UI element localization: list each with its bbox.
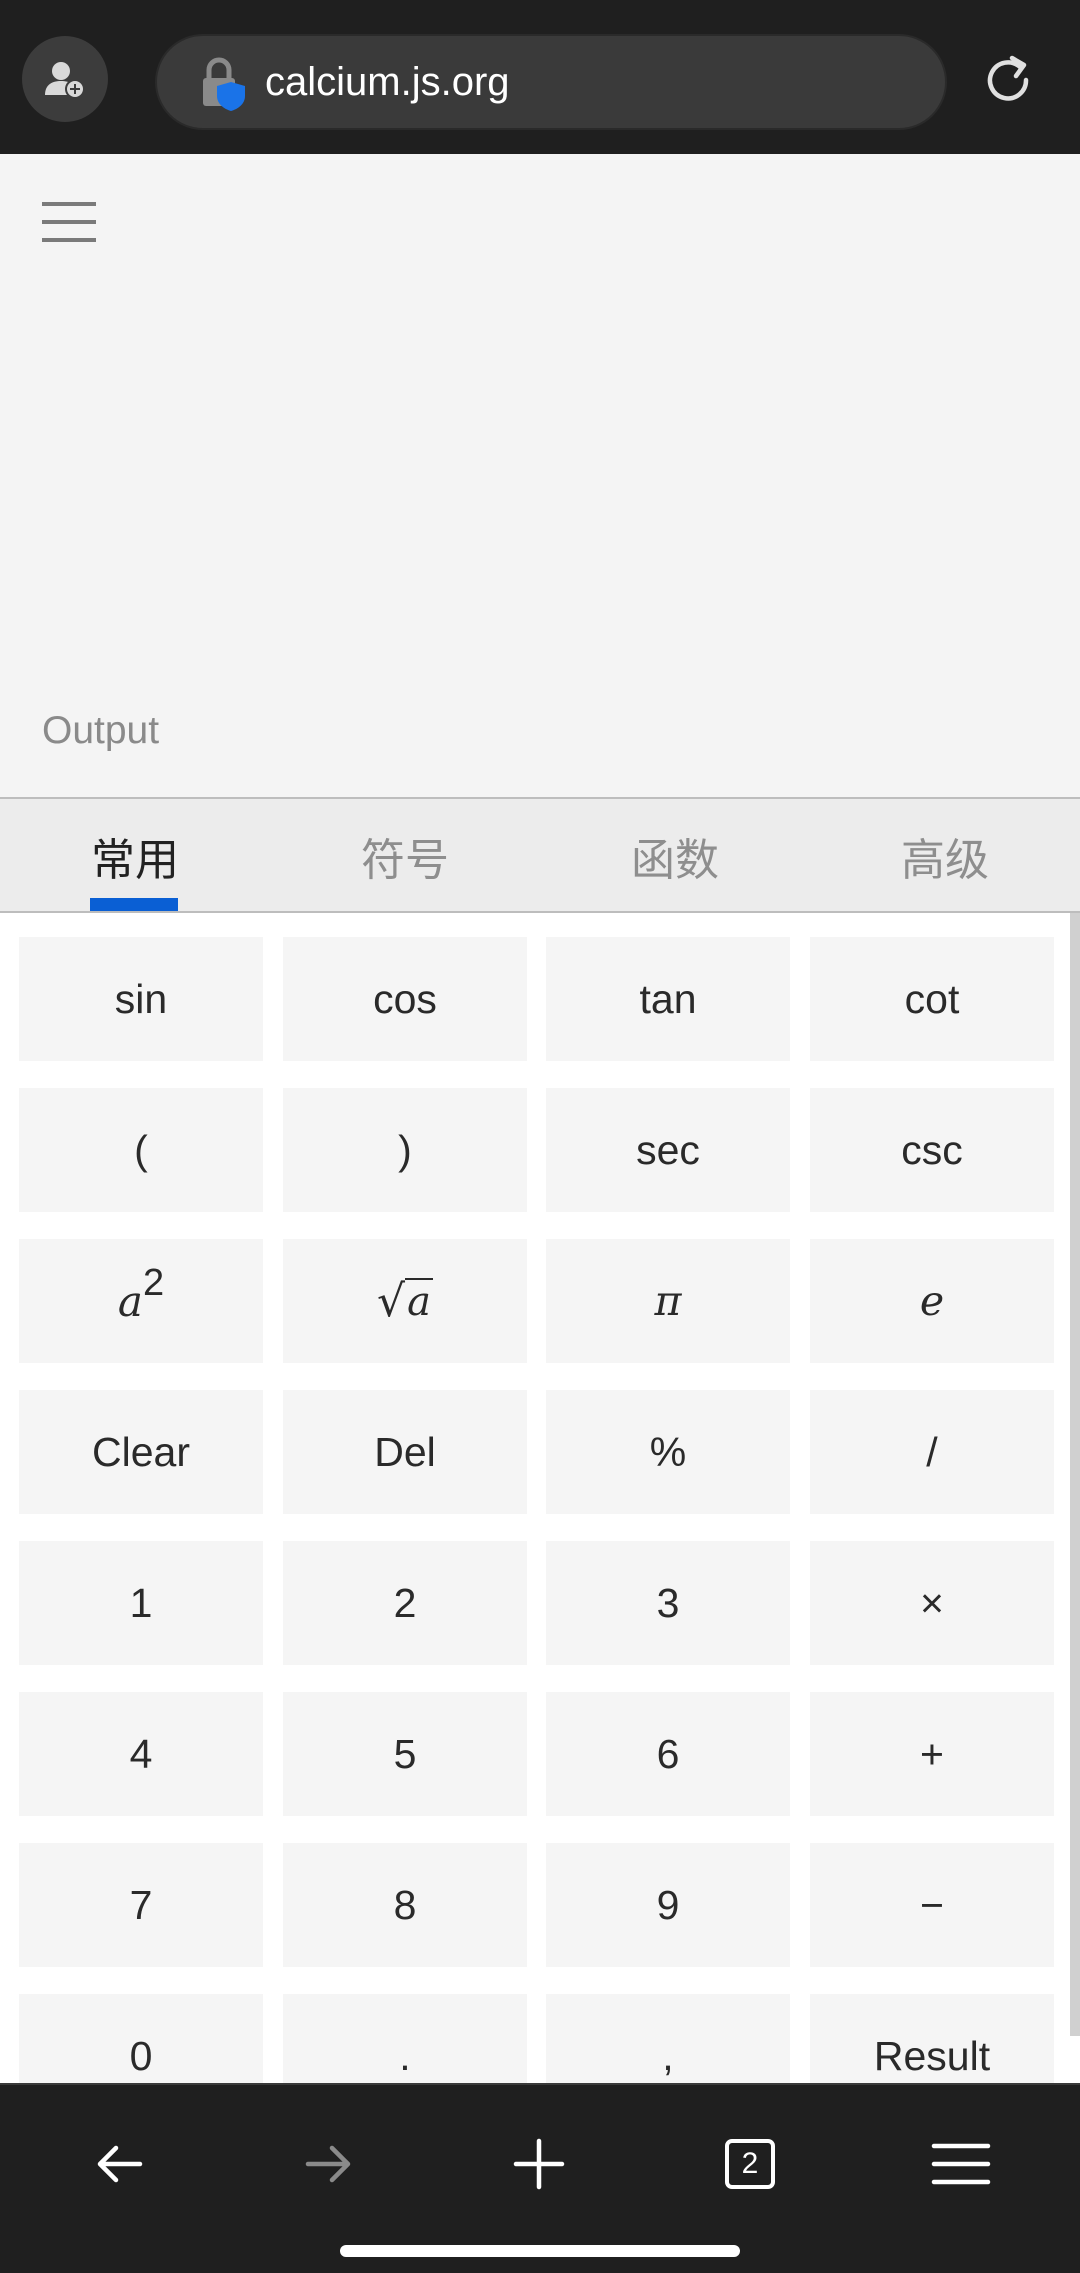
keypad-tabs: 常用 符号 函数 高级	[0, 799, 1080, 913]
hamburger-menu-icon[interactable]	[42, 200, 96, 244]
key-pi[interactable]: π	[546, 1239, 790, 1363]
tab-common[interactable]: 常用	[0, 799, 270, 911]
tab-label: 常用	[91, 835, 179, 886]
radical-sign: √	[377, 1275, 406, 1327]
profile-button[interactable]	[22, 36, 108, 122]
calculator-display: Output	[0, 154, 1080, 799]
keypad: sin cos tan cot ( ) sec csc a2 √ a π e Cl…	[0, 913, 1080, 2083]
active-tab-indicator	[90, 898, 178, 911]
tabs-button[interactable]: 2	[715, 2129, 785, 2199]
exponent: 2	[142, 1261, 165, 1304]
lock-shield-icon	[203, 57, 245, 111]
tab-advanced[interactable]: 高级	[810, 799, 1080, 911]
scrollbar[interactable]	[1070, 913, 1080, 2036]
key-6[interactable]: 6	[546, 1692, 790, 1816]
key-right-paren[interactable]: )	[283, 1088, 527, 1212]
key-clear[interactable]: Clear	[19, 1390, 263, 1514]
tab-count: 2	[741, 2147, 759, 2180]
url-text: calcium.js.org	[265, 60, 510, 104]
reload-icon[interactable]	[980, 52, 1036, 108]
tab-label: 函数	[631, 835, 719, 886]
home-indicator	[340, 2245, 740, 2257]
add-profile-icon	[45, 62, 85, 99]
key-cos[interactable]: cos	[283, 937, 527, 1061]
key-square[interactable]: a2	[19, 1239, 263, 1363]
key-cot[interactable]: cot	[810, 937, 1054, 1061]
key-e[interactable]: e	[810, 1239, 1054, 1363]
key-1[interactable]: 1	[19, 1541, 263, 1665]
key-multiply[interactable]: ×	[810, 1541, 1054, 1665]
address-bar[interactable]: calcium.js.org	[155, 34, 947, 130]
key-percent[interactable]: %	[546, 1390, 790, 1514]
key-8[interactable]: 8	[283, 1843, 527, 1967]
key-sqrt[interactable]: √ a	[283, 1239, 527, 1363]
key-4[interactable]: 4	[19, 1692, 263, 1816]
key-2[interactable]: 2	[283, 1541, 527, 1665]
key-sin[interactable]: sin	[19, 937, 263, 1061]
tab-symbols[interactable]: 符号	[270, 799, 540, 911]
key-decimal[interactable]: .	[283, 1994, 527, 2083]
key-3[interactable]: 3	[546, 1541, 790, 1665]
browser-toolbar: calcium.js.org	[0, 0, 1080, 154]
key-delete[interactable]: Del	[283, 1390, 527, 1514]
menu-icon[interactable]	[926, 2129, 996, 2199]
key-minus[interactable]: −	[810, 1843, 1054, 1967]
key-0[interactable]: 0	[19, 1994, 263, 2083]
radicand: a	[405, 1278, 433, 1325]
base-symbol: a	[117, 1276, 143, 1326]
key-divide[interactable]: /	[810, 1390, 1054, 1514]
tab-label: 高级	[901, 835, 989, 886]
key-7[interactable]: 7	[19, 1843, 263, 1967]
forward-arrow-icon[interactable]	[294, 2129, 364, 2199]
key-csc[interactable]: csc	[810, 1088, 1054, 1212]
key-left-paren[interactable]: (	[19, 1088, 263, 1212]
key-9[interactable]: 9	[546, 1843, 790, 1967]
key-result[interactable]: Result	[810, 1994, 1054, 2083]
new-tab-plus-icon[interactable]	[504, 2129, 574, 2199]
output-label: Output	[42, 709, 160, 752]
tab-functions[interactable]: 函数	[540, 799, 810, 911]
key-5[interactable]: 5	[283, 1692, 527, 1816]
tab-label: 符号	[361, 835, 449, 886]
key-plus[interactable]: +	[810, 1692, 1054, 1816]
key-tan[interactable]: tan	[546, 937, 790, 1061]
tab-count-icon: 2	[725, 2139, 775, 2189]
key-sec[interactable]: sec	[546, 1088, 790, 1212]
browser-bottom-bar: 2	[0, 2083, 1080, 2273]
key-comma[interactable]: ,	[546, 1994, 790, 2083]
back-arrow-icon[interactable]	[84, 2129, 154, 2199]
